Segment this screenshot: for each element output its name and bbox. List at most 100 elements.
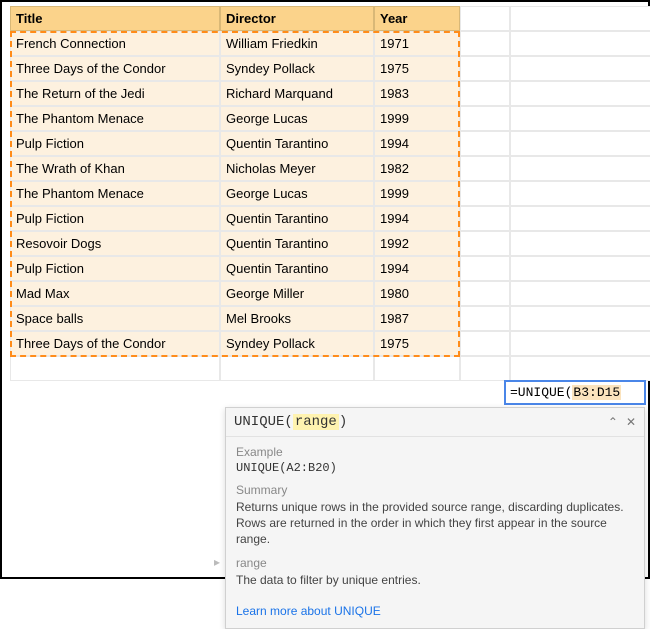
empty-cell[interactable] [460, 356, 510, 381]
cell-value: 1975 [380, 61, 409, 76]
table-cell[interactable]: Syndey Pollack [220, 56, 374, 81]
tooltip-header: UNIQUE(range) ⌃ ✕ [226, 408, 644, 437]
caret-right-icon: ▸ [214, 555, 220, 569]
cell-value: Mel Brooks [226, 311, 291, 326]
col-header-year[interactable]: Year [374, 6, 460, 31]
empty-cell[interactable] [460, 56, 510, 81]
cell-value: 1994 [380, 211, 409, 226]
empty-cell[interactable] [460, 231, 510, 256]
table-cell[interactable]: Three Days of the Condor [10, 56, 220, 81]
empty-cell[interactable] [374, 356, 460, 381]
table-cell[interactable]: Resovoir Dogs [10, 231, 220, 256]
tooltip-example-text: UNIQUE(A2:B20) [236, 461, 634, 475]
table-cell[interactable]: 1975 [374, 331, 460, 356]
cell-value: The Phantom Menace [16, 111, 144, 126]
table-cell[interactable]: George Miller [220, 281, 374, 306]
table-cell[interactable]: Quentin Tarantino [220, 131, 374, 156]
empty-cell[interactable] [510, 256, 650, 281]
table-cell[interactable]: 1987 [374, 306, 460, 331]
table-cell[interactable]: Space balls [10, 306, 220, 331]
cell-value: George Lucas [226, 186, 308, 201]
empty-cell[interactable] [460, 181, 510, 206]
table-cell[interactable]: Quentin Tarantino [220, 231, 374, 256]
empty-cell[interactable] [510, 131, 650, 156]
cell-value: 1994 [380, 261, 409, 276]
empty-cell[interactable] [460, 256, 510, 281]
table-cell[interactable]: Pulp Fiction [10, 256, 220, 281]
empty-cell[interactable] [510, 306, 650, 331]
cell-value: The Return of the Jedi [16, 86, 145, 101]
empty-cell[interactable] [510, 331, 650, 356]
table-cell[interactable]: George Lucas [220, 106, 374, 131]
empty-cell[interactable] [510, 106, 650, 131]
table-cell[interactable]: Mel Brooks [220, 306, 374, 331]
cell-value: Syndey Pollack [226, 61, 315, 76]
empty-cell[interactable] [220, 356, 374, 381]
table-cell[interactable]: Three Days of the Condor [10, 331, 220, 356]
tooltip-learn-more-link[interactable]: Learn more about UNIQUE [226, 596, 644, 628]
table-cell[interactable]: 1975 [374, 56, 460, 81]
col-header-director[interactable]: Director [220, 6, 374, 31]
table-cell[interactable]: Syndey Pollack [220, 331, 374, 356]
empty-cell[interactable] [510, 356, 650, 381]
empty-cell[interactable] [10, 356, 220, 381]
table-cell[interactable]: 1980 [374, 281, 460, 306]
empty-cell[interactable] [460, 81, 510, 106]
cell-value: George Miller [226, 286, 304, 301]
tooltip-sig-arg: range [293, 414, 339, 430]
spreadsheet-grid[interactable]: Title Director Year French Connection Wi… [10, 6, 650, 381]
empty-cell[interactable] [460, 281, 510, 306]
empty-cell[interactable] [510, 206, 650, 231]
table-cell[interactable]: The Return of the Jedi [10, 81, 220, 106]
empty-cell[interactable] [510, 156, 650, 181]
empty-cell[interactable] [510, 231, 650, 256]
table-cell[interactable]: 1999 [374, 106, 460, 131]
tooltip-param-text: The data to filter by unique entries. [236, 572, 634, 588]
table-cell[interactable]: Richard Marquand [220, 81, 374, 106]
formula-range-ref: B3:D15 [572, 385, 621, 400]
table-cell[interactable]: French Connection [10, 31, 220, 56]
table-cell[interactable]: Pulp Fiction [10, 131, 220, 156]
close-icon[interactable]: ✕ [626, 415, 636, 430]
table-cell[interactable]: 1999 [374, 181, 460, 206]
table-cell[interactable]: Quentin Tarantino [220, 256, 374, 281]
cell-value: 1999 [380, 111, 409, 126]
collapse-icon[interactable]: ⌃ [608, 415, 618, 430]
table-cell[interactable]: 1982 [374, 156, 460, 181]
table-cell[interactable]: Quentin Tarantino [220, 206, 374, 231]
col-header-title[interactable]: Title [10, 6, 220, 31]
empty-cell[interactable] [460, 206, 510, 231]
empty-cell[interactable] [510, 181, 650, 206]
table-cell[interactable]: 1983 [374, 81, 460, 106]
table-cell[interactable]: 1994 [374, 256, 460, 281]
table-cell[interactable]: 1994 [374, 131, 460, 156]
empty-cell[interactable] [510, 56, 650, 81]
table-cell[interactable]: The Phantom Menace [10, 106, 220, 131]
empty-cell[interactable] [510, 281, 650, 306]
empty-cell[interactable] [460, 156, 510, 181]
empty-cell[interactable] [460, 6, 510, 31]
table-cell[interactable]: The Phantom Menace [10, 181, 220, 206]
table-cell[interactable]: 1971 [374, 31, 460, 56]
table-cell[interactable]: Pulp Fiction [10, 206, 220, 231]
empty-cell[interactable] [510, 6, 650, 31]
empty-cell[interactable] [510, 81, 650, 106]
empty-cell[interactable] [460, 306, 510, 331]
cell-value: Pulp Fiction [16, 261, 84, 276]
table-cell[interactable]: George Lucas [220, 181, 374, 206]
table-cell[interactable]: Mad Max [10, 281, 220, 306]
empty-cell[interactable] [460, 31, 510, 56]
cell-value: Pulp Fiction [16, 211, 84, 226]
col-header-label: Director [226, 11, 276, 26]
table-cell[interactable]: Nicholas Meyer [220, 156, 374, 181]
empty-cell[interactable] [460, 331, 510, 356]
empty-cell[interactable] [460, 106, 510, 131]
empty-cell[interactable] [460, 131, 510, 156]
table-cell[interactable]: 1992 [374, 231, 460, 256]
empty-cell[interactable] [510, 31, 650, 56]
formula-input[interactable]: =UNIQUE(B3:D15 [504, 380, 646, 405]
table-cell[interactable]: 1994 [374, 206, 460, 231]
table-cell[interactable]: The Wrath of Khan [10, 156, 220, 181]
cell-value: The Wrath of Khan [16, 161, 125, 176]
table-cell[interactable]: William Friedkin [220, 31, 374, 56]
